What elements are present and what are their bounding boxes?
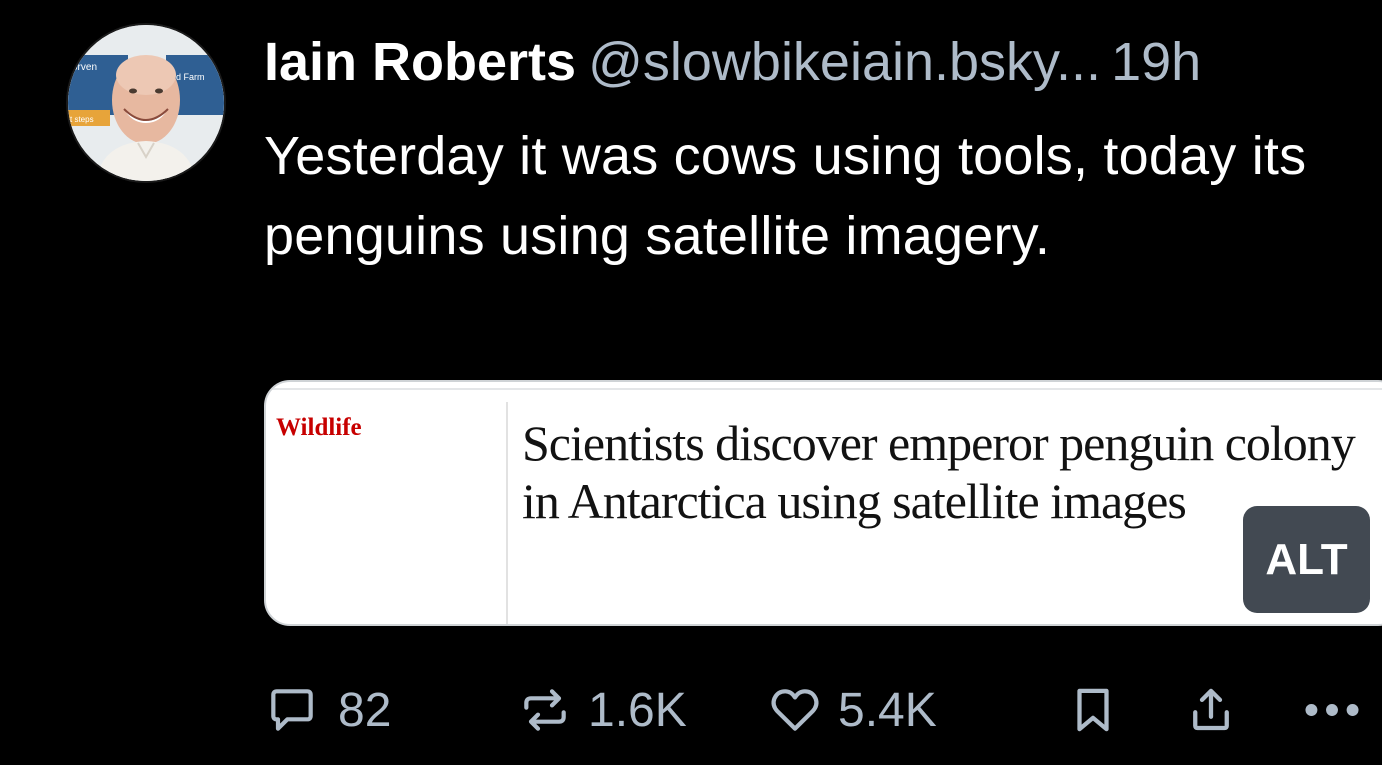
- reply-button[interactable]: 82: [264, 670, 391, 750]
- reply-count: 82: [338, 683, 392, 737]
- speech-bubble-icon: [271, 689, 313, 731]
- share-button[interactable]: [1184, 670, 1238, 750]
- article-section-label: Wildlife: [276, 414, 362, 441]
- sign-text-right: d Farm: [176, 72, 205, 82]
- more-dots-icon: [1305, 704, 1359, 716]
- avatar[interactable]: orven d Farm t steps: [68, 25, 224, 181]
- sign-text-left: orven: [72, 62, 97, 73]
- post-text: Yesterday it was cows using tools, today…: [264, 126, 1307, 266]
- bookmark-button[interactable]: [1066, 670, 1120, 750]
- like-count: 5.4K: [838, 683, 937, 737]
- article-divider: [506, 402, 508, 624]
- post-timestamp[interactable]: 19h: [1111, 32, 1201, 92]
- repost-arrows-icon: [524, 689, 566, 731]
- sign-text-small: t steps: [70, 115, 94, 124]
- post-image[interactable]: Wildlife Scientists discover emperor pen…: [264, 380, 1382, 626]
- like-button[interactable]: 5.4K: [766, 670, 937, 750]
- bookmark-icon: [1077, 688, 1109, 732]
- author-handle[interactable]: @slowbikeiain.bsky...: [588, 32, 1101, 92]
- author-name[interactable]: Iain Roberts: [264, 32, 576, 92]
- post-actions: 82 1.6K 5.4K: [0, 670, 1382, 750]
- image-top-rule: [266, 388, 1382, 390]
- avatar-photo: orven d Farm t steps: [68, 25, 224, 181]
- repost-button[interactable]: 1.6K: [516, 670, 687, 750]
- more-options-button[interactable]: [1300, 670, 1364, 750]
- share-upload-icon: [1193, 688, 1229, 731]
- repost-count: 1.6K: [588, 683, 687, 737]
- heart-icon: [771, 689, 819, 731]
- alt-text-button[interactable]: ALT: [1243, 506, 1370, 613]
- post-header: Iain Roberts @slowbikeiain.bsky... 19h: [264, 30, 1382, 94]
